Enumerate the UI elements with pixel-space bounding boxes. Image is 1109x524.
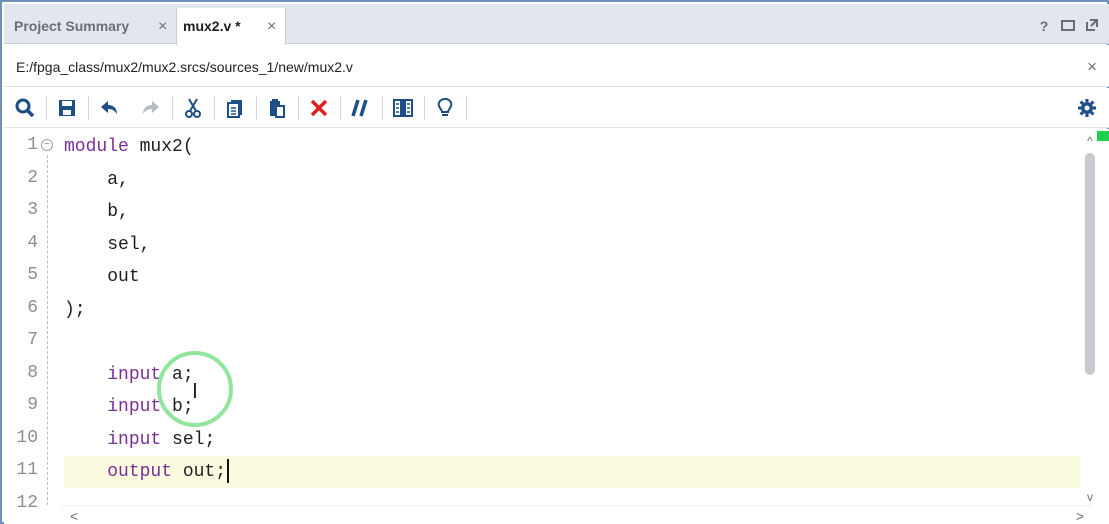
code-line[interactable]: input sel;: [64, 424, 1080, 456]
line-number: 10: [16, 427, 38, 448]
line-number: 1: [27, 135, 38, 155]
code-line[interactable]: [64, 326, 1080, 358]
scroll-right-icon[interactable]: >: [1076, 508, 1084, 524]
code-line[interactable]: module mux2(: [64, 131, 1080, 163]
scroll-left-icon[interactable]: <: [70, 508, 78, 524]
save-icon[interactable]: [56, 97, 78, 119]
status-marker: [1097, 131, 1109, 141]
line-number: 3: [27, 200, 38, 220]
code-line[interactable]: );: [64, 294, 1080, 326]
tab-project-summary[interactable]: Project Summary ×: [8, 8, 176, 44]
keyword: output: [107, 462, 173, 482]
close-icon[interactable]: ×: [158, 19, 167, 35]
vertical-scrollbar[interactable]: ^ v: [1083, 135, 1097, 505]
code-line[interactable]: sel,: [64, 229, 1080, 261]
fold-guide: [47, 155, 48, 505]
keyword: input: [107, 397, 162, 417]
comment-icon[interactable]: [350, 97, 372, 119]
line-number: 5: [27, 265, 38, 285]
line-number: 7: [27, 330, 38, 350]
copy-icon[interactable]: [224, 97, 246, 119]
keyword: input: [107, 364, 162, 385]
code-line[interactable]: output out;: [64, 456, 1080, 488]
redo-icon[interactable]: [140, 97, 162, 119]
window-controls: ?: [1037, 18, 1099, 35]
line-number: 9: [27, 395, 38, 415]
float-icon[interactable]: [1085, 18, 1099, 35]
gear-icon[interactable]: [1076, 97, 1098, 119]
file-path: E:/fpga_class/mux2/mux2.srcs/sources_1/n…: [16, 59, 353, 75]
cut-icon[interactable]: [182, 97, 204, 119]
code-line[interactable]: a,: [64, 164, 1080, 196]
editor-window: Project Summary × mux2.v * × ? E:/fpga_c…: [0, 0, 1109, 524]
scroll-thumb[interactable]: [1085, 153, 1095, 375]
paste-icon[interactable]: [266, 97, 288, 119]
line-number: 2: [27, 167, 38, 188]
line-number: 8: [27, 362, 38, 383]
code-line[interactable]: out: [64, 261, 1080, 293]
text-caret: [227, 459, 230, 484]
line-number: 11: [16, 460, 38, 480]
scroll-up-icon[interactable]: ^: [1083, 135, 1097, 147]
close-icon[interactable]: ×: [1087, 57, 1097, 77]
columns-icon[interactable]: [392, 97, 414, 119]
search-icon[interactable]: [14, 97, 36, 119]
tab-label: mux2.v *: [183, 18, 241, 34]
help-icon[interactable]: ?: [1037, 18, 1051, 35]
line-number: 6: [27, 297, 38, 318]
editor-toolbar: [4, 88, 1109, 128]
line-number: 12: [16, 492, 38, 513]
scroll-down-icon[interactable]: v: [1083, 491, 1097, 503]
file-path-bar: E:/fpga_class/mux2/mux2.srcs/sources_1/n…: [4, 45, 1109, 87]
line-number: 4: [27, 232, 38, 253]
undo-icon[interactable]: [98, 97, 120, 119]
line-number-gutter: − 1 2 3 4 5 6 7 8 9 10 11 12: [4, 129, 62, 513]
fold-collapse-icon[interactable]: −: [41, 139, 53, 151]
keyword: input: [107, 429, 162, 450]
close-icon[interactable]: ×: [267, 19, 276, 35]
delete-icon[interactable]: [308, 97, 330, 119]
lightbulb-icon[interactable]: [434, 97, 456, 119]
code-line[interactable]: b,: [64, 196, 1080, 228]
keyword: module: [64, 137, 129, 157]
tab-bar: Project Summary × mux2.v * × ?: [4, 4, 1109, 45]
code-editor[interactable]: − 1 2 3 4 5 6 7 8 9 10 11 12 module mux2( a, b, sel…: [4, 129, 1109, 524]
horizontal-scrollbar[interactable]: < >: [62, 505, 1092, 524]
text-cursor-icon: I: [192, 379, 198, 403]
tab-label: Project Summary: [14, 18, 130, 34]
restore-icon[interactable]: [1061, 18, 1075, 35]
tab-mux2-v[interactable]: mux2.v * ×: [176, 8, 286, 45]
